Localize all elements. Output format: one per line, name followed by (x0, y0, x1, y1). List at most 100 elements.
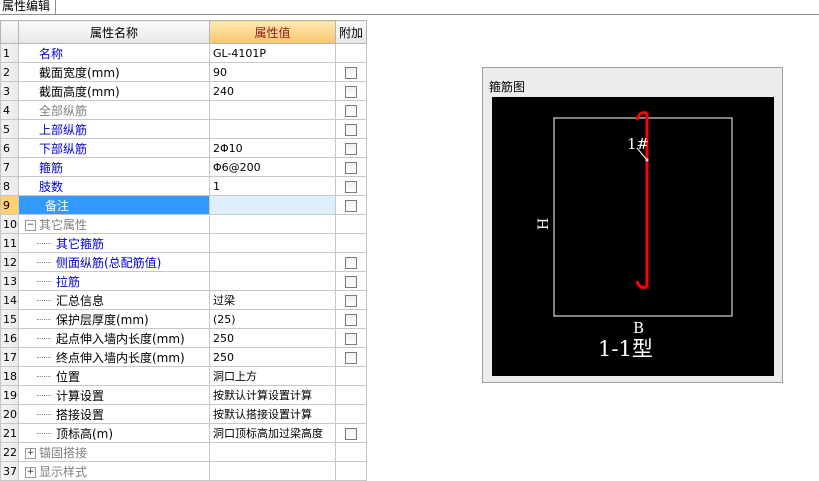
property-name-cell[interactable]: 终点伸入墙内长度(mm) (18, 347, 210, 367)
table-row[interactable]: 7 箍筋 Φ6@200 (0, 157, 367, 177)
extra-checkbox[interactable] (345, 275, 357, 288)
property-name-cell[interactable]: 截面高度(mm) (18, 81, 210, 101)
table-row[interactable]: 8 肢数 1 (0, 176, 367, 196)
table-row[interactable]: 13 拉筋 (0, 271, 367, 291)
header-property-value[interactable]: 属性值 (209, 20, 336, 44)
property-name-cell[interactable]: 起点伸入墙内长度(mm) (18, 328, 210, 348)
property-value-cell[interactable]: GL-4101P (209, 43, 336, 63)
table-row[interactable]: 5 上部纵筋 (0, 119, 367, 139)
row-number[interactable]: 6 (0, 138, 19, 158)
table-row[interactable]: 4 全部纵筋 (0, 100, 367, 120)
property-value-cell[interactable]: 过梁 (209, 290, 336, 310)
row-number[interactable]: 1 (0, 43, 19, 63)
row-number[interactable]: 3 (0, 81, 19, 101)
header-row-number[interactable] (0, 20, 19, 44)
row-number[interactable]: 13 (0, 271, 19, 291)
row-number[interactable]: 7 (0, 157, 19, 177)
property-value-cell[interactable]: 按默认计算设置计算 (209, 385, 336, 405)
property-name-cell[interactable]: 全部纵筋 (18, 100, 210, 120)
property-value-cell[interactable]: 90 (209, 62, 336, 82)
property-name-cell[interactable]: 保护层厚度(mm) (18, 309, 210, 329)
extra-checkbox[interactable] (345, 180, 357, 193)
property-name-cell[interactable]: 下部纵筋 (18, 138, 210, 158)
row-number[interactable]: 9 (0, 195, 19, 215)
row-number[interactable]: 21 (0, 423, 19, 443)
row-number[interactable]: 19 (0, 385, 19, 405)
extra-checkbox[interactable] (345, 123, 357, 136)
table-row[interactable]: 15 保护层厚度(mm) (25) (0, 309, 367, 329)
extra-checkbox[interactable] (345, 256, 357, 269)
table-row[interactable]: 6 下部纵筋 2Φ10 (0, 138, 367, 158)
row-number[interactable]: 15 (0, 309, 19, 329)
table-row[interactable]: 19 计算设置 按默认计算设置计算 (0, 385, 367, 405)
property-value-cell[interactable]: Φ6@200 (209, 157, 336, 177)
table-row[interactable]: 12 侧面纵筋(总配筋值) (0, 252, 367, 272)
table-row[interactable]: 20 搭接设置 按默认搭接设置计算 (0, 404, 367, 424)
row-number[interactable]: 2 (0, 62, 19, 82)
row-number[interactable]: 11 (0, 233, 19, 253)
property-name-cell[interactable]: 上部纵筋 (18, 119, 210, 139)
row-number[interactable]: 22 (0, 442, 19, 462)
row-number[interactable]: 18 (0, 366, 19, 386)
property-name-cell[interactable]: 搭接设置 (18, 404, 210, 424)
row-number[interactable]: 8 (0, 176, 19, 196)
row-number[interactable]: 16 (0, 328, 19, 348)
expand-icon[interactable]: + (25, 447, 36, 459)
row-number[interactable]: 5 (0, 119, 19, 139)
property-value-cell[interactable]: 1 (209, 176, 336, 196)
property-value-cell[interactable] (209, 100, 336, 120)
property-name-cell[interactable]: 其它箍筋 (18, 233, 210, 253)
row-number[interactable]: 10 (0, 214, 19, 234)
extra-checkbox[interactable] (345, 142, 357, 155)
extra-checkbox[interactable] (345, 427, 357, 440)
expand-icon[interactable]: + (25, 466, 36, 478)
property-value-cell[interactable]: 按默认搭接设置计算 (209, 404, 336, 424)
property-value-cell[interactable]: (25) (209, 309, 336, 329)
property-value-cell[interactable]: 250 (209, 347, 336, 367)
table-row[interactable]: 22 + 锚固搭接 (0, 442, 367, 462)
table-row[interactable]: 9 备注 (0, 195, 367, 215)
table-row[interactable]: 18 位置 洞口上方 (0, 366, 367, 386)
property-name-cell[interactable]: 截面宽度(mm) (18, 62, 210, 82)
property-value-cell[interactable] (209, 119, 336, 139)
table-row[interactable]: 17 终点伸入墙内长度(mm) 250 (0, 347, 367, 367)
extra-checkbox[interactable] (345, 104, 357, 117)
header-property-name[interactable]: 属性名称 (18, 20, 210, 44)
property-value-cell[interactable] (209, 233, 336, 253)
property-name-cell[interactable]: 计算设置 (18, 385, 210, 405)
extra-checkbox[interactable] (345, 351, 357, 364)
table-row[interactable]: 14 汇总信息 过梁 (0, 290, 367, 310)
collapse-icon[interactable]: − (25, 219, 36, 231)
row-number[interactable]: 14 (0, 290, 19, 310)
header-extra[interactable]: 附加 (335, 20, 367, 44)
property-name-cell[interactable]: 名称 (18, 43, 210, 63)
tab-property-edit[interactable]: 属性编辑 (0, 0, 57, 15)
extra-checkbox[interactable] (345, 199, 357, 212)
property-value-cell[interactable] (209, 442, 336, 462)
row-number[interactable]: 20 (0, 404, 19, 424)
table-row[interactable]: 16 起点伸入墙内长度(mm) 250 (0, 328, 367, 348)
table-row[interactable]: 2 截面宽度(mm) 90 (0, 62, 367, 82)
extra-checkbox[interactable] (345, 66, 357, 79)
table-row[interactable]: 3 截面高度(mm) 240 (0, 81, 367, 101)
property-value-cell[interactable] (209, 195, 336, 215)
property-value-cell[interactable] (209, 271, 336, 291)
property-name-cell[interactable]: 顶标高(m) (18, 423, 210, 443)
property-name-cell[interactable]: 侧面纵筋(总配筋值) (18, 252, 210, 272)
row-number[interactable]: 4 (0, 100, 19, 120)
extra-checkbox[interactable] (345, 332, 357, 345)
property-name-cell[interactable]: + 锚固搭接 (18, 442, 210, 462)
property-value-cell[interactable]: 洞口顶标高加过梁高度 (209, 423, 336, 443)
property-value-cell[interactable]: 240 (209, 81, 336, 101)
extra-checkbox[interactable] (345, 313, 357, 326)
property-name-cell[interactable]: 位置 (18, 366, 210, 386)
property-value-cell[interactable]: 250 (209, 328, 336, 348)
table-row[interactable]: 10− 其它属性 (0, 214, 367, 234)
property-name-cell[interactable]: 拉筋 (18, 271, 210, 291)
property-value-cell[interactable]: 2Φ10 (209, 138, 336, 158)
table-row[interactable]: 21 顶标高(m) 洞口顶标高加过梁高度 (0, 423, 367, 443)
table-row[interactable]: 1 名称 GL-4101P (0, 43, 367, 63)
property-name-cell[interactable]: 肢数 (18, 176, 210, 196)
extra-checkbox[interactable] (345, 161, 357, 174)
property-name-cell[interactable]: 箍筋 (18, 157, 210, 177)
